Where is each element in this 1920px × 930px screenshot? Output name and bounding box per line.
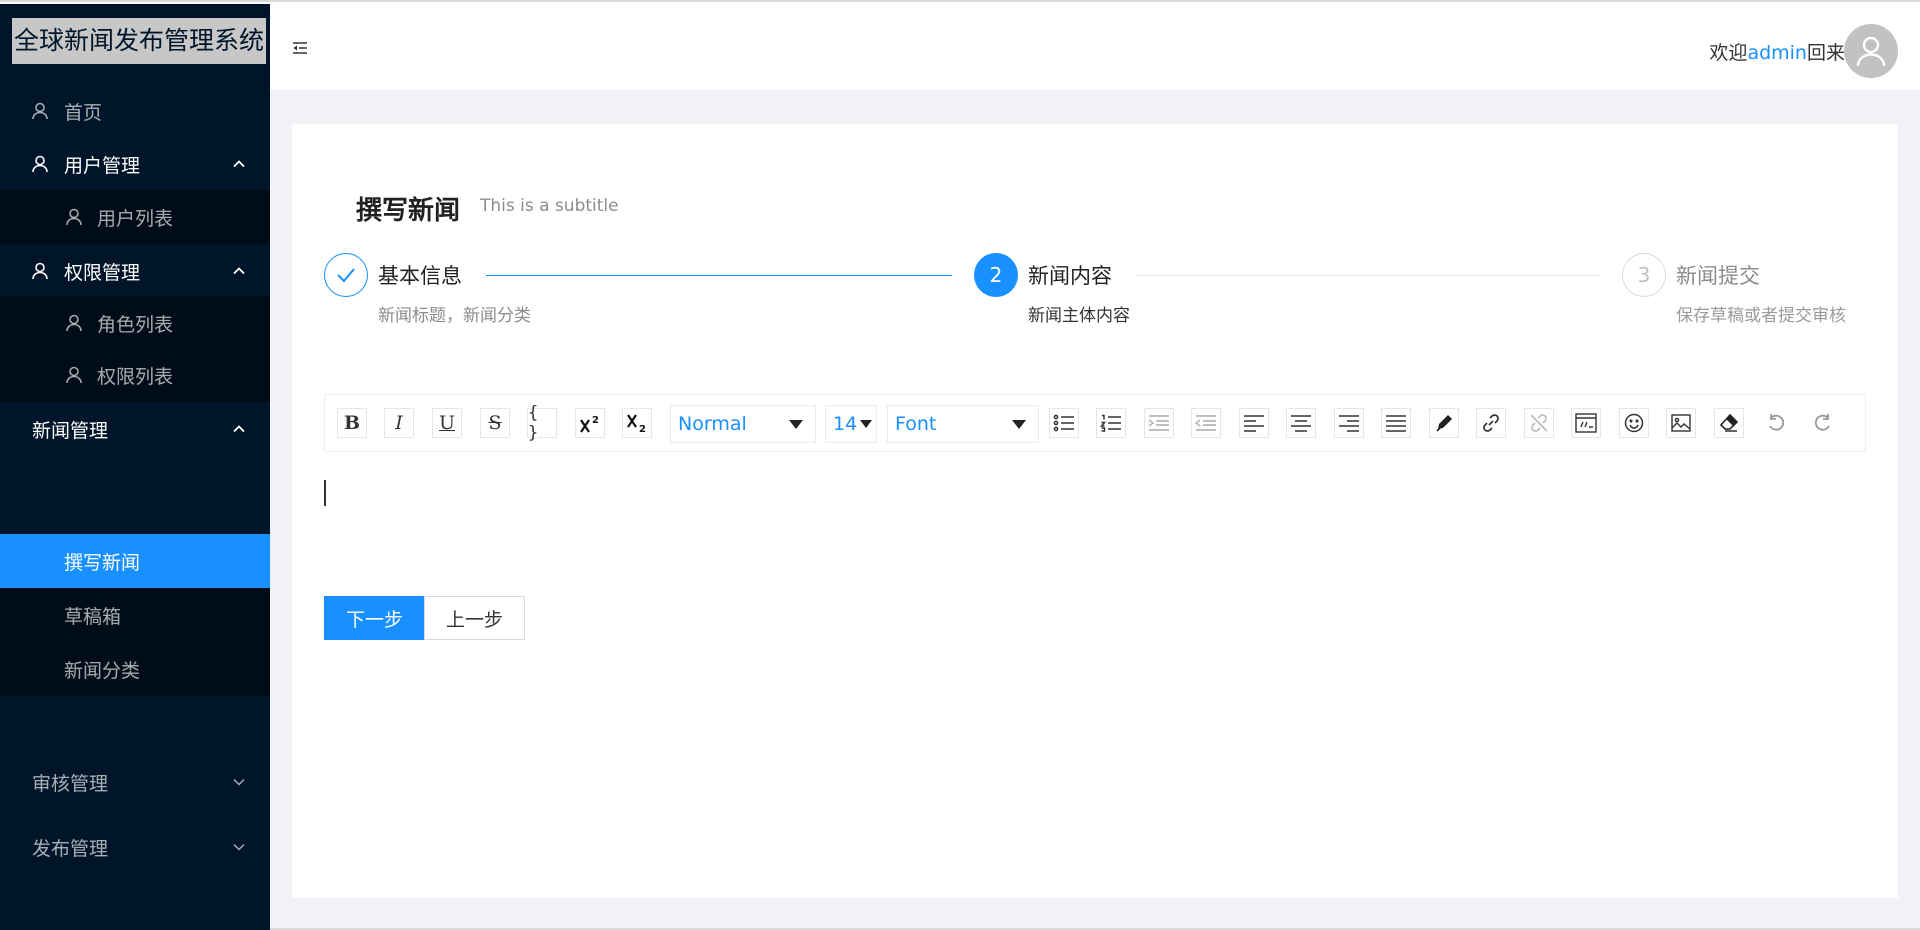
menu-fold-icon[interactable]	[290, 38, 310, 58]
chevron-down-icon	[233, 778, 245, 786]
unordered-list-icon[interactable]	[1049, 408, 1079, 438]
welcome-text: 欢迎admin回来	[1709, 38, 1845, 65]
sidebar-item-label: 新闻分类	[64, 659, 141, 682]
sidebar-item-label: 用户列表	[97, 207, 174, 230]
sidebar-item-label: 角色列表	[97, 313, 174, 336]
step-2-description: 新闻主体内容	[1028, 306, 1130, 326]
step-2-number: 2	[974, 253, 1018, 297]
sidebar-item-label: 撰写新闻	[64, 551, 141, 574]
text-color-icon[interactable]	[1429, 408, 1459, 438]
caret-down-icon	[860, 420, 872, 428]
username: admin	[1747, 42, 1807, 64]
sidebar: 全球新闻发布管理系统 首页 用户管理 用户列表 权限管理 角色列表 权限列表 新…	[0, 4, 270, 930]
chevron-up-icon	[233, 267, 245, 275]
unlink-icon[interactable]	[1524, 408, 1554, 438]
sidebar-item-news-management[interactable]: 新闻管理	[0, 402, 270, 456]
top-header: 欢迎admin回来	[270, 4, 1920, 90]
sidebar-item-label: 用户管理	[64, 154, 141, 177]
welcome-suffix: 回来	[1806, 42, 1845, 64]
code-button[interactable]: { }	[527, 403, 557, 443]
font-family-select-value: Font	[895, 413, 937, 435]
user-icon	[64, 365, 84, 385]
step-3-number: 3	[1622, 253, 1666, 297]
chevron-down-icon	[233, 843, 245, 851]
heading-select[interactable]: Normal	[670, 405, 816, 443]
sidebar-item-publish-management[interactable]: 发布管理	[0, 820, 270, 874]
caret-down-icon	[789, 420, 803, 429]
sidebar-item-permission-list[interactable]: 权限列表	[0, 348, 270, 402]
subscript-icon[interactable]: 2	[622, 408, 652, 438]
sidebar-item-user-management[interactable]: 用户管理	[0, 137, 270, 191]
heading-select-value: Normal	[678, 413, 747, 435]
embed-code-icon[interactable]	[1571, 408, 1601, 438]
step-3-description: 保存草稿或者提交审核	[1676, 306, 1846, 326]
step-3-title: 新闻提交	[1676, 264, 1760, 288]
sidebar-item-label: 新闻管理	[32, 419, 109, 442]
indent-icon[interactable]	[1144, 408, 1174, 438]
sidebar-item-audit-management[interactable]: 审核管理	[0, 755, 270, 809]
sidebar-item-write-news[interactable]: 撰写新闻	[0, 534, 270, 588]
align-justify-icon[interactable]	[1381, 408, 1411, 438]
user-icon	[30, 101, 50, 121]
user-avatar-icon[interactable]	[1844, 24, 1898, 78]
app-logo-title: 全球新闻发布管理系统	[12, 18, 267, 64]
eraser-icon[interactable]	[1714, 408, 1744, 438]
welcome-prefix: 欢迎	[1709, 42, 1748, 64]
sidebar-item-label: 草稿箱	[64, 605, 122, 628]
step-connector	[1136, 275, 1600, 276]
step-1-check-icon	[324, 253, 368, 297]
step-2-title: 新闻内容	[1028, 264, 1112, 288]
next-step-button[interactable]: 下一步	[324, 596, 425, 640]
emoji-icon[interactable]	[1619, 408, 1649, 438]
sidebar-item-user-list[interactable]: 用户列表	[0, 190, 270, 244]
undo-icon[interactable]	[1761, 408, 1791, 438]
sidebar-item-label: 审核管理	[32, 772, 109, 795]
user-icon	[64, 313, 84, 333]
italic-button[interactable]: I	[384, 408, 414, 438]
image-icon[interactable]	[1666, 408, 1696, 438]
user-icon	[64, 207, 84, 227]
font-family-select[interactable]: Font	[887, 405, 1039, 443]
sidebar-item-drafts[interactable]: 草稿箱	[0, 588, 270, 642]
link-icon[interactable]	[1476, 408, 1506, 438]
svg-text:2: 2	[592, 415, 599, 426]
underline-button[interactable]: U	[432, 408, 462, 438]
step-connector	[486, 275, 952, 276]
ordered-list-icon[interactable]	[1096, 408, 1126, 438]
bold-button[interactable]: B	[337, 408, 367, 438]
user-icon	[30, 261, 50, 281]
sidebar-item-label: 发布管理	[32, 837, 109, 860]
sidebar-item-label: 首页	[64, 101, 103, 124]
chevron-up-icon	[233, 160, 245, 168]
editor-text-caret[interactable]	[324, 480, 326, 506]
outdent-icon[interactable]	[1191, 408, 1221, 438]
sidebar-item-role-list[interactable]: 角色列表	[0, 296, 270, 350]
strikethrough-button[interactable]: S	[480, 408, 510, 438]
page-title: 撰写新闻	[356, 196, 461, 226]
align-right-icon[interactable]	[1334, 408, 1364, 438]
svg-text:2: 2	[639, 424, 646, 434]
caret-down-icon	[1012, 420, 1026, 429]
editor-toolbar: B I U S { } 2 2 Normal 14 Font	[324, 394, 1866, 452]
sidebar-item-home[interactable]: 首页	[0, 84, 270, 138]
step-1-title: 基本信息	[378, 264, 462, 288]
sidebar-item-label: 权限列表	[97, 365, 174, 388]
align-left-icon[interactable]	[1239, 408, 1269, 438]
sidebar-item-label: 权限管理	[64, 261, 141, 284]
redo-icon[interactable]	[1808, 408, 1838, 438]
font-size-select[interactable]: 14	[825, 405, 877, 443]
step-1-description: 新闻标题，新闻分类	[378, 306, 531, 326]
page-subtitle: This is a subtitle	[480, 196, 619, 216]
superscript-icon[interactable]: 2	[575, 408, 605, 438]
sidebar-item-news-category[interactable]: 新闻分类	[0, 642, 270, 696]
font-size-select-value: 14	[833, 413, 858, 435]
prev-step-button[interactable]: 上一步	[424, 596, 525, 640]
align-center-icon[interactable]	[1286, 408, 1316, 438]
content-card: 撰写新闻 This is a subtitle 基本信息 新闻标题，新闻分类 2…	[292, 124, 1898, 898]
chevron-up-icon	[233, 425, 245, 433]
user-icon	[30, 154, 50, 174]
sidebar-item-permission-management[interactable]: 权限管理	[0, 244, 270, 298]
